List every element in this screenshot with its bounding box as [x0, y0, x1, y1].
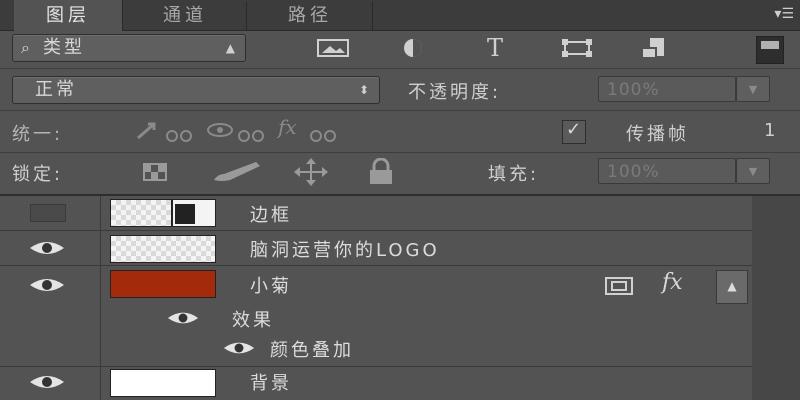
filter-type-dropdown[interactable]: ⌕ 类型 ▲: [12, 34, 246, 62]
tab-layers[interactable]: 图层: [14, 0, 123, 31]
smart-object-badge-icon: [175, 204, 195, 224]
layer-thumbnail[interactable]: [110, 369, 216, 397]
filter-type-label: 类型: [43, 37, 85, 58]
unify-style-icon[interactable]: fx: [276, 116, 338, 144]
divider: [0, 110, 800, 111]
layer-name[interactable]: 脑洞运营你的LOGO: [250, 236, 440, 262]
divider: [0, 152, 800, 153]
fill-label: 填充:: [488, 164, 540, 185]
color-overlay-eye-icon[interactable]: [220, 340, 258, 356]
fill-input[interactable]: 100%: [598, 158, 736, 184]
shape-filter-icon[interactable]: [560, 38, 594, 58]
tab-channels[interactable]: 通道: [124, 2, 247, 30]
layer-thumbnail[interactable]: [110, 199, 172, 227]
propagate-frame-number: 1: [764, 120, 779, 141]
layer-row-border[interactable]: 边框: [0, 196, 752, 231]
visibility-cell[interactable]: [0, 367, 101, 400]
checkmark-icon: ✓: [566, 119, 582, 140]
fx-expand-toggle[interactable]: ▲: [716, 270, 748, 304]
propagate-checkbox[interactable]: ✓: [562, 119, 586, 144]
scrollbar-track[interactable]: [752, 196, 800, 400]
fill-dropdown-arrow[interactable]: ▼: [736, 158, 770, 184]
unify-visibility-icon[interactable]: [206, 118, 266, 144]
visibility-cell[interactable]: [0, 196, 101, 230]
chevron-updown-icon: ⬍: [358, 83, 369, 97]
layer-row-logo[interactable]: 脑洞运营你的LOGO: [0, 231, 752, 266]
lock-position-move-icon[interactable]: [292, 158, 330, 186]
layer-row-background[interactable]: 背景: [0, 367, 752, 400]
blend-mode-value: 正常: [35, 79, 77, 100]
layer-thumbnail[interactable]: [110, 270, 216, 298]
propagate-label: 传播帧: [626, 124, 689, 145]
opacity-label: 不透明度:: [408, 82, 502, 103]
layers-panel: 图层 通道 路径 ▾☰ ⌕ 类型 ▲ T 正常 ⬍ 不透明度: 100% ▼ 统…: [0, 0, 800, 400]
unify-label: 统一:: [12, 124, 64, 145]
lock-transparent-icon[interactable]: [142, 160, 168, 184]
effects-label[interactable]: 效果: [232, 306, 274, 332]
visibility-off-box[interactable]: [30, 204, 66, 222]
layer-name[interactable]: 小菊: [250, 272, 292, 298]
layer-name[interactable]: 边框: [250, 201, 292, 227]
chevron-updown-icon: ▲: [225, 41, 235, 55]
layer-mask-link-icon[interactable]: [604, 276, 634, 296]
eye-icon[interactable]: [28, 276, 66, 294]
visibility-cell[interactable]: [0, 266, 101, 366]
effect-color-overlay-label[interactable]: 颜色叠加: [270, 336, 354, 362]
image-filter-icon[interactable]: [316, 38, 350, 58]
panel-menu-icon[interactable]: ▾☰: [760, 4, 794, 24]
opacity-input[interactable]: 100%: [598, 76, 736, 102]
layer-fx-icon[interactable]: fx: [662, 270, 683, 295]
lock-pixels-brush-icon[interactable]: [210, 158, 264, 184]
effects-eye-icon[interactable]: [164, 310, 202, 326]
tab-paths[interactable]: 路径: [248, 2, 373, 30]
layer-thumbnail[interactable]: [110, 235, 216, 263]
layer-row-xiaoju[interactable]: 小菊 fx 效果 颜色叠加: [0, 266, 752, 367]
search-icon: ⌕: [21, 38, 30, 57]
layer-name[interactable]: 背景: [250, 369, 292, 395]
layers-list: 边框 脑洞运营你的LOGO 小菊 fx 效果 颜色叠加 背景: [0, 196, 752, 400]
lock-label: 锁定:: [12, 164, 64, 185]
filter-toggle-switch[interactable]: [756, 36, 784, 64]
text-filter-icon[interactable]: T: [478, 34, 512, 62]
opacity-dropdown-arrow[interactable]: ▼: [736, 76, 770, 102]
lock-all-icon[interactable]: [366, 158, 396, 186]
unify-position-icon[interactable]: [134, 118, 194, 144]
adjustment-filter-icon[interactable]: [400, 38, 426, 58]
tab-bar: 图层 通道 路径 ▾☰: [0, 0, 800, 31]
eye-icon[interactable]: [28, 373, 66, 391]
eye-icon[interactable]: [28, 239, 66, 257]
divider: [0, 68, 800, 69]
blend-mode-dropdown[interactable]: 正常 ⬍: [12, 76, 380, 104]
smart-object-thumbnail[interactable]: [172, 199, 216, 227]
smart-object-filter-icon[interactable]: [640, 36, 674, 60]
svg-text:fx: fx: [276, 116, 297, 139]
visibility-cell[interactable]: [0, 231, 101, 265]
